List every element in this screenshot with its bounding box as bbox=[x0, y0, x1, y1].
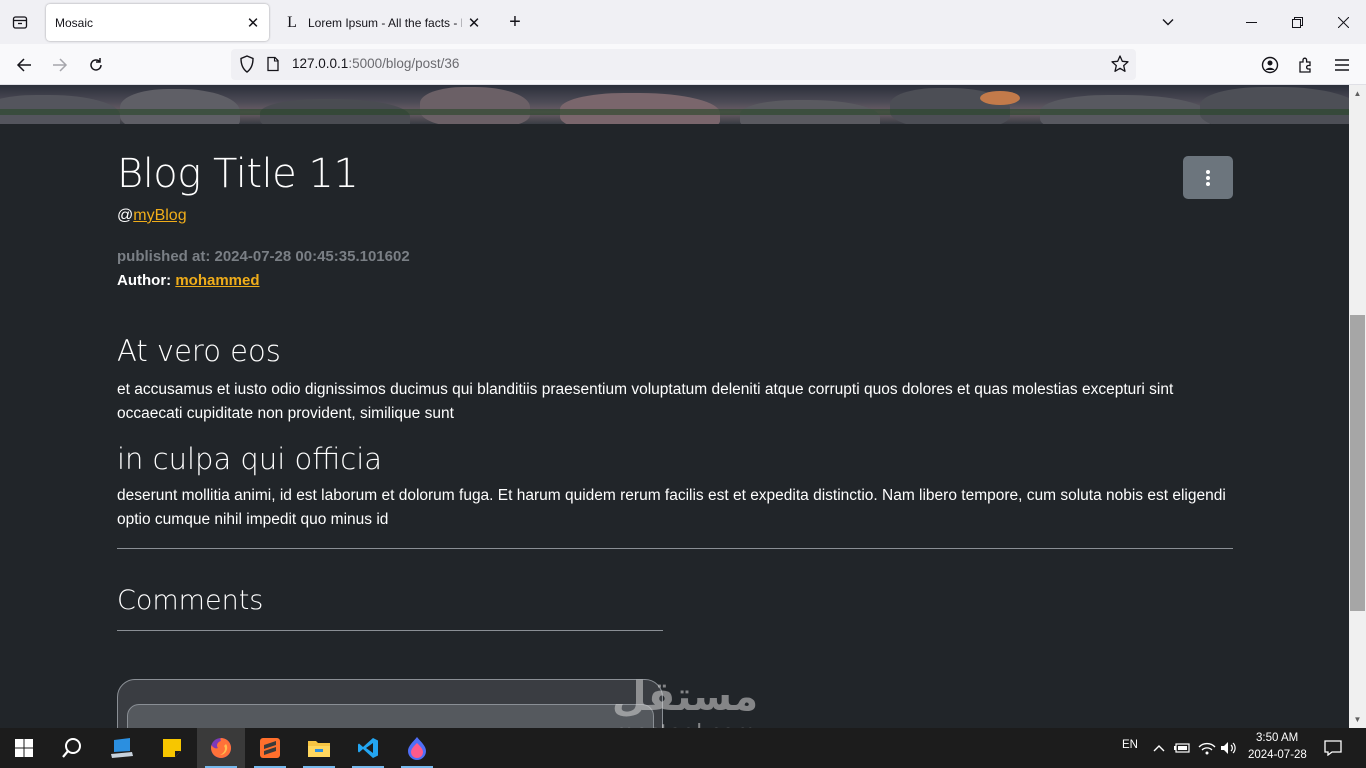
author-link[interactable]: mohammed bbox=[175, 272, 259, 289]
forward-arrow-icon[interactable] bbox=[47, 52, 73, 78]
section-heading: At vero eos bbox=[117, 334, 281, 368]
tab-bar: Mosaic ✕ L Lorem Ipsum - All the facts -… bbox=[0, 0, 1366, 44]
restore-button[interactable] bbox=[1274, 0, 1320, 44]
windows-start-icon[interactable] bbox=[0, 728, 48, 768]
close-tab-icon[interactable]: ✕ bbox=[241, 11, 265, 35]
author-label: Author: bbox=[117, 272, 172, 289]
volume-icon[interactable] bbox=[1219, 738, 1239, 758]
header-banner-image bbox=[0, 85, 1349, 124]
comments-heading: Comments bbox=[117, 585, 264, 616]
blog-handle: @myBlog bbox=[117, 207, 187, 225]
blog-handle-link[interactable]: myBlog bbox=[133, 207, 186, 224]
content-divider bbox=[117, 548, 1233, 549]
author-line: Author: mohammed bbox=[117, 272, 260, 289]
url-host: 127.0.0.1 bbox=[292, 56, 349, 71]
firefox-developer-icon[interactable] bbox=[393, 728, 441, 768]
section-body: et accusamus et iusto odio dignissimos d… bbox=[117, 381, 1174, 422]
hamburger-menu-icon[interactable] bbox=[1329, 52, 1355, 78]
page-viewport: Blog Title 11 @myBlog published at: 2024… bbox=[0, 85, 1349, 728]
minimize-button[interactable] bbox=[1228, 0, 1274, 44]
tab-mosaic[interactable]: Mosaic ✕ bbox=[46, 4, 269, 41]
page-info-icon[interactable] bbox=[265, 56, 281, 77]
close-window-button[interactable] bbox=[1320, 0, 1366, 44]
clock-date[interactable]: 2024-07-28 bbox=[1248, 749, 1307, 761]
navigation-toolbar: 127.0.0.1:5000/blog/post/36 bbox=[0, 44, 1366, 85]
watermark-arabic: مستقل bbox=[611, 674, 759, 720]
handle-prefix: @ bbox=[117, 207, 134, 224]
tracking-protection-shield-icon[interactable] bbox=[237, 54, 257, 79]
notifications-icon[interactable] bbox=[1323, 738, 1343, 758]
section-body: deserunt mollitia animi, id est laborum … bbox=[117, 487, 1226, 528]
wifi-icon[interactable] bbox=[1197, 738, 1217, 758]
post-options-button[interactable] bbox=[1183, 156, 1233, 199]
search-icon[interactable] bbox=[48, 728, 96, 768]
published-date: published at: 2024-07-28 00:45:35.101602 bbox=[117, 248, 410, 265]
new-tab-button[interactable]: + bbox=[503, 10, 527, 34]
tab-title: Lorem Ipsum - All the facts - Lipsum gen… bbox=[308, 15, 462, 30]
sticky-notes-icon[interactable] bbox=[148, 728, 196, 768]
url-text[interactable]: 127.0.0.1:5000/blog/post/36 bbox=[292, 56, 459, 71]
bookmark-star-icon[interactable] bbox=[1110, 54, 1130, 79]
tab-title: Mosaic bbox=[55, 15, 94, 30]
laptop-app-icon[interactable] bbox=[98, 728, 146, 768]
firefox-icon[interactable] bbox=[197, 728, 245, 768]
url-path: :5000/blog/post/36 bbox=[348, 56, 460, 71]
comments-divider bbox=[117, 630, 663, 631]
clock-time[interactable]: 3:50 AM bbox=[1256, 732, 1298, 744]
tab-list-icon[interactable] bbox=[8, 10, 32, 34]
scroll-up-arrow-icon[interactable]: ▲ bbox=[1349, 85, 1366, 102]
battery-icon[interactable] bbox=[1172, 738, 1192, 758]
address-bar[interactable]: 127.0.0.1:5000/blog/post/36 bbox=[231, 49, 1136, 80]
back-arrow-icon[interactable] bbox=[11, 52, 37, 78]
input-language[interactable]: EN bbox=[1122, 739, 1138, 751]
windows-taskbar: EN 3:50 AM 2024-07-28 bbox=[0, 728, 1366, 768]
list-all-tabs-chevron-icon[interactable] bbox=[1156, 10, 1180, 34]
lipsum-favicon-icon: L bbox=[287, 13, 297, 31]
tab-lorem-ipsum[interactable]: L Lorem Ipsum - All the facts - Lipsum g… bbox=[276, 4, 490, 41]
vscode-icon[interactable] bbox=[344, 728, 392, 768]
section-heading: in culpa qui officia bbox=[117, 442, 383, 476]
scroll-down-arrow-icon[interactable]: ▼ bbox=[1349, 711, 1366, 728]
extensions-icon[interactable] bbox=[1293, 52, 1319, 78]
account-icon[interactable] bbox=[1257, 52, 1283, 78]
scrollbar-thumb[interactable] bbox=[1350, 315, 1365, 611]
sublime-text-icon[interactable] bbox=[246, 728, 294, 768]
vertical-ellipsis-icon bbox=[1206, 169, 1210, 186]
reload-icon[interactable] bbox=[83, 52, 109, 78]
comment-input-area[interactable] bbox=[127, 704, 654, 728]
show-hidden-icons-chevron-icon[interactable] bbox=[1149, 738, 1169, 758]
file-explorer-icon[interactable] bbox=[295, 728, 343, 768]
post-title: Blog Title 11 bbox=[117, 151, 359, 197]
close-tab-icon[interactable]: ✕ bbox=[462, 11, 486, 35]
